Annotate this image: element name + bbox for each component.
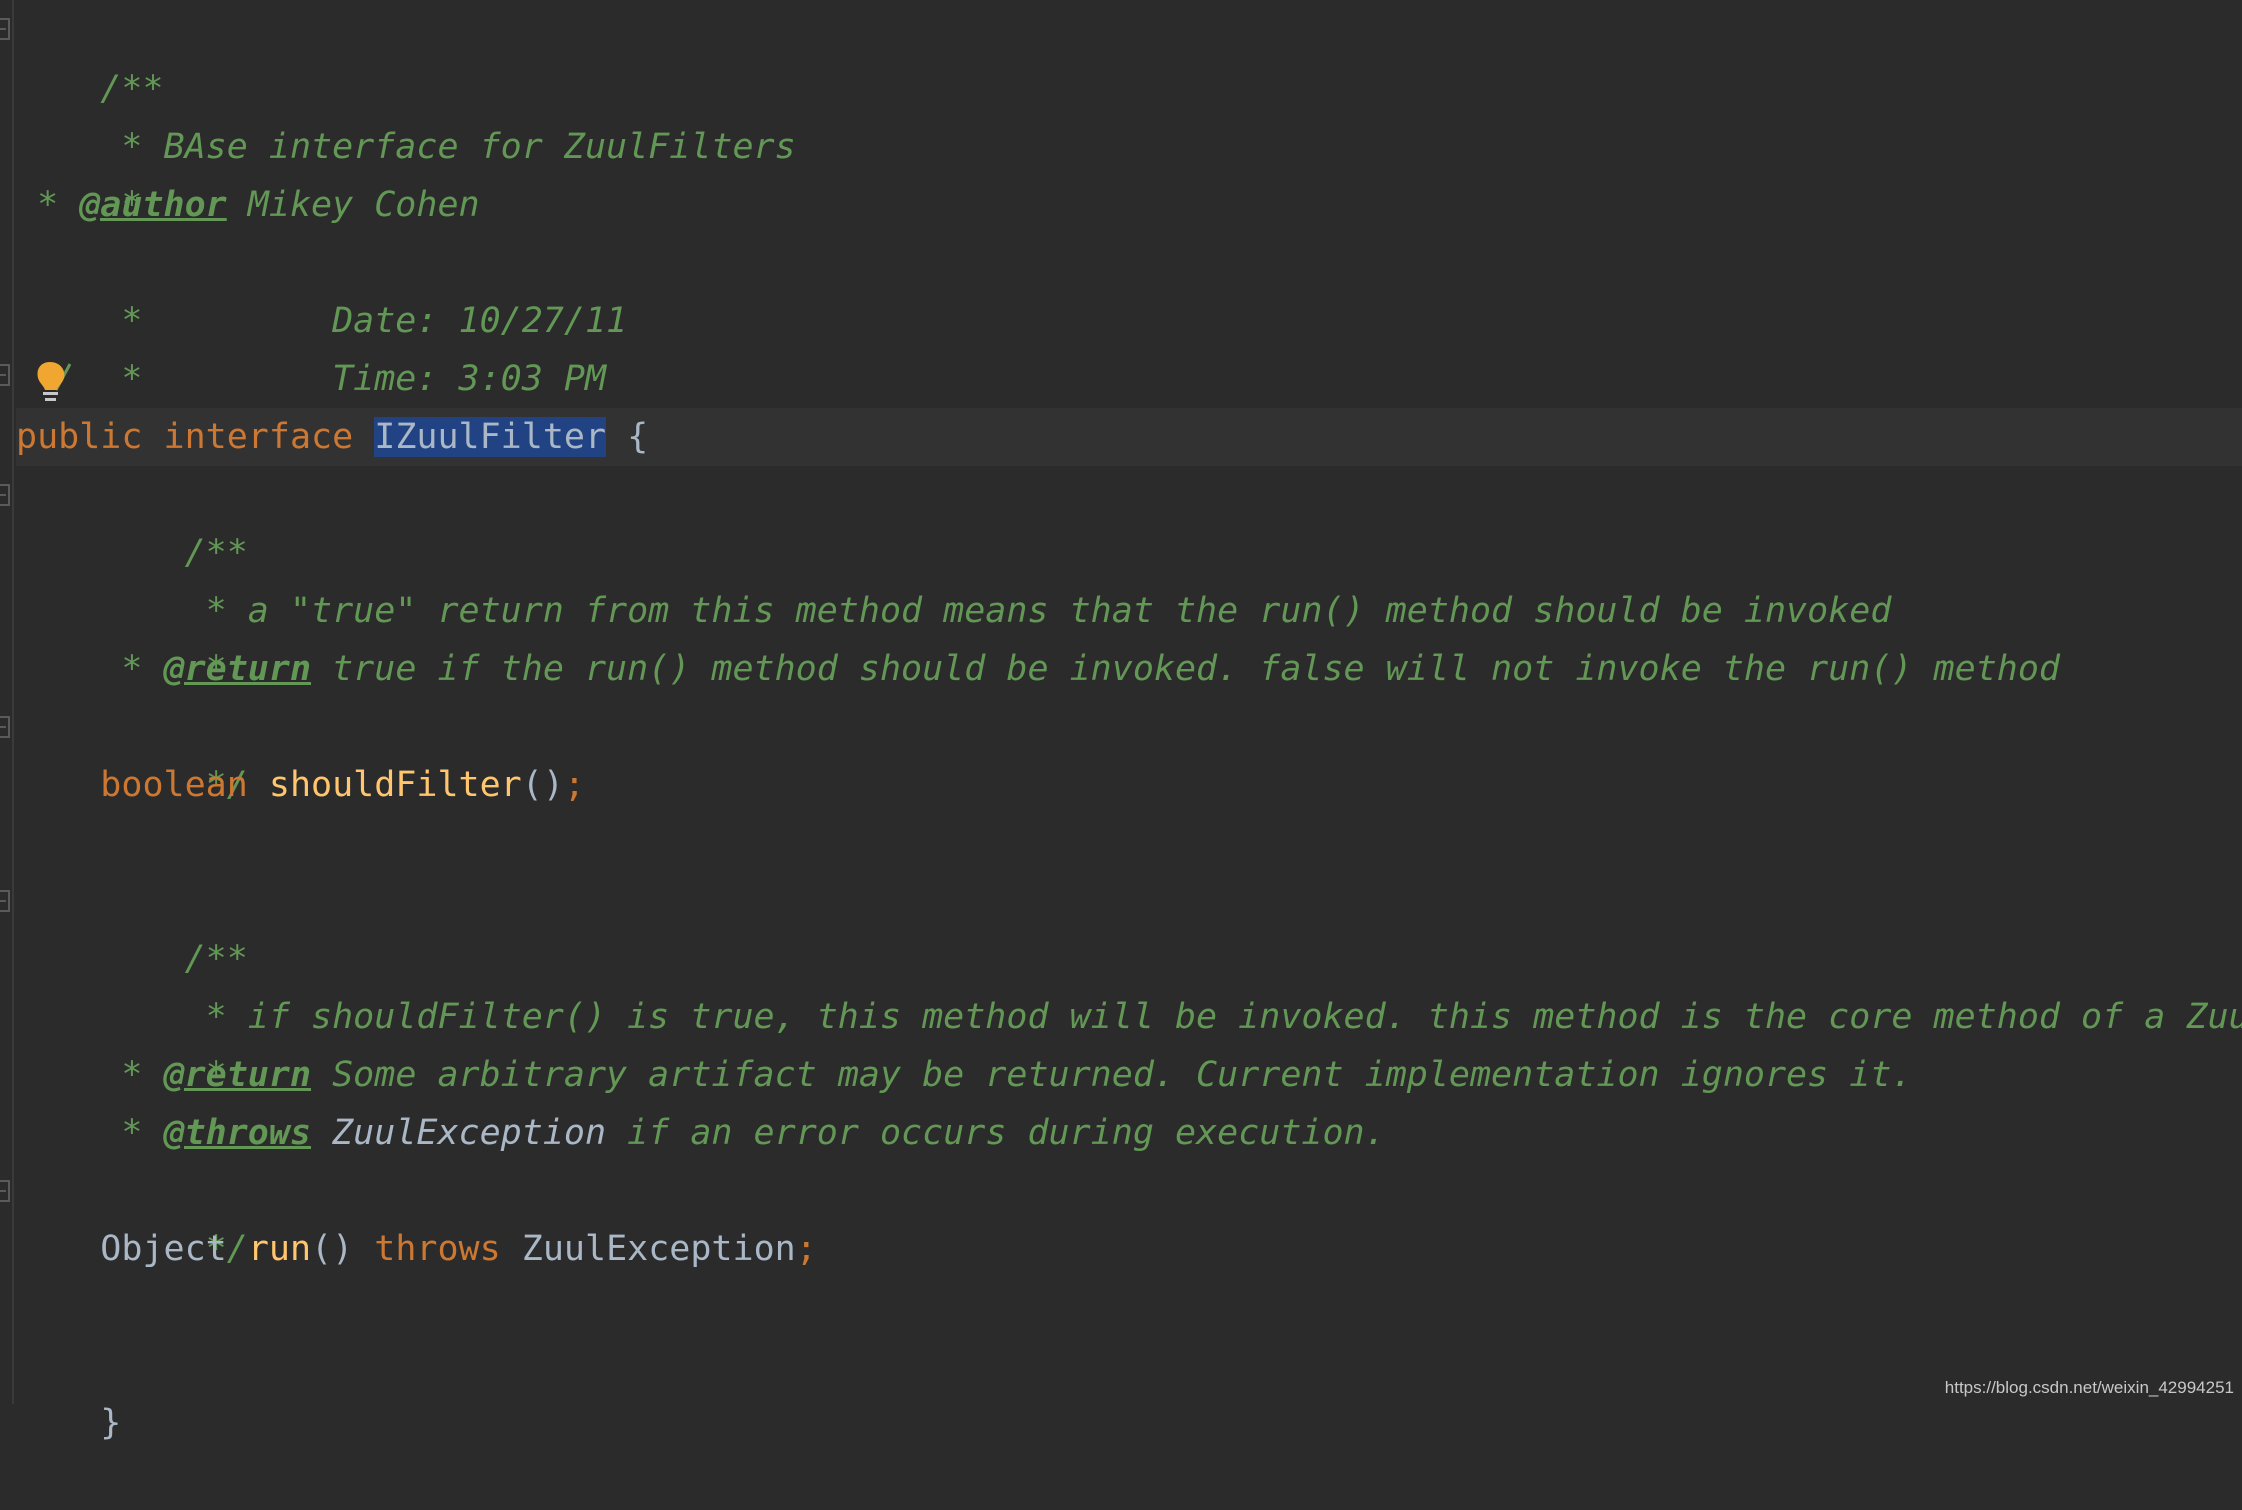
- semicolon: ;: [795, 1229, 817, 1269]
- comment-text: Mikey Cohen: [226, 185, 480, 225]
- brace-close: }: [100, 1403, 122, 1443]
- code-line: *: [16, 988, 2242, 1095]
- return-type[interactable]: Object: [100, 1229, 226, 1269]
- keyword-public: public: [16, 417, 143, 457]
- javadoc-exception-ref[interactable]: ZuulException: [311, 1113, 606, 1153]
- comment-text: *: [16, 185, 80, 225]
- code-line: boolean shouldFilter();: [16, 756, 2242, 814]
- code-line-current: public interface IZuulFilter {: [16, 408, 2242, 466]
- keyword-throws: throws: [374, 1229, 501, 1269]
- code-line: */: [16, 350, 2242, 457]
- semicolon: ;: [563, 765, 585, 805]
- comment-text: Some arbitrary artifact may be returned.…: [311, 1055, 1913, 1095]
- code-line: */: [16, 698, 2242, 805]
- comment-text: *: [16, 649, 164, 689]
- method-name[interactable]: run: [248, 1229, 311, 1269]
- code-line: * @return Some arbitrary artifact may be…: [16, 1046, 2242, 1104]
- code-line: * @throws ZuulException if an error occu…: [16, 1104, 2242, 1162]
- parens: (): [311, 1229, 354, 1269]
- code-line: *: [16, 582, 2242, 689]
- keyword-interface: interface: [163, 417, 354, 457]
- fold-marker-icon[interactable]: [0, 484, 10, 506]
- fold-marker-icon[interactable]: [0, 716, 10, 738]
- parens: (): [521, 765, 564, 805]
- keyword-boolean: boolean: [100, 765, 248, 805]
- comment-text: if an error occurs during execution.: [606, 1113, 1386, 1153]
- code-line: Object run() throws ZuulException;: [16, 1220, 2242, 1278]
- code-line: * if shouldFilter() is true, this method…: [16, 930, 2242, 1037]
- code-line: /**: [16, 2, 2242, 109]
- code-line: /**: [16, 872, 2242, 979]
- comment-text: *: [16, 1113, 164, 1153]
- lightbulb-icon[interactable]: [34, 360, 78, 410]
- fold-marker-icon[interactable]: [0, 18, 10, 40]
- brace-open: {: [627, 417, 649, 457]
- javadoc-return-tag: @return: [163, 649, 312, 689]
- code-line: /**: [16, 466, 2242, 573]
- fold-marker-icon[interactable]: [0, 364, 10, 386]
- code-line: * Date: 10/27/11: [16, 234, 2242, 341]
- code-line: */: [16, 1162, 2242, 1269]
- code-line: * @author Mikey Cohen: [16, 176, 2242, 234]
- exception-type[interactable]: ZuulException: [522, 1229, 796, 1269]
- method-name[interactable]: shouldFilter: [269, 765, 522, 805]
- fold-marker-icon[interactable]: [0, 890, 10, 912]
- code-line: *: [16, 118, 2242, 225]
- code-line: }: [16, 1336, 2242, 1443]
- watermark-url: https://blog.csdn.net/weixin_42994251: [1944, 1378, 2234, 1397]
- javadoc-throws-tag: @throws: [163, 1113, 312, 1153]
- comment-text: *: [16, 1055, 164, 1095]
- interface-name-selected[interactable]: IZuulFilter: [374, 417, 607, 457]
- code-line: * a "true" return from this method means…: [16, 524, 2242, 631]
- javadoc-return-tag: @return: [163, 1055, 312, 1095]
- code-line: * BAse interface for ZuulFilters: [16, 60, 2242, 167]
- fold-marker-icon[interactable]: [0, 1180, 10, 1202]
- code-line: * Time: 3:03 PM: [16, 292, 2242, 399]
- javadoc-author-tag: @author: [79, 185, 227, 225]
- comment-text: true if the run() method should be invok…: [311, 649, 2060, 689]
- code-line: * @return true if the run() method shoul…: [16, 640, 2242, 698]
